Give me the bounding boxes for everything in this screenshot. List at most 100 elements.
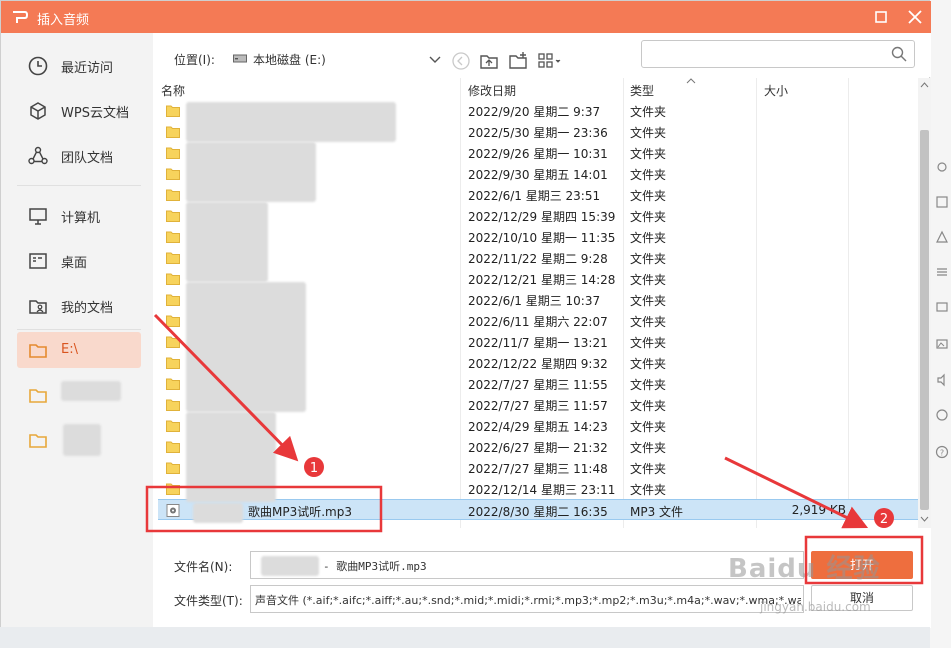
cell-date: 2022/7/27 星期三 11:55 [468, 378, 608, 392]
cell-date: 2022/11/22 星期二 9:28 [468, 252, 608, 266]
column-header-date[interactable]: 修改日期 [468, 78, 516, 100]
cell-date: 2022/9/26 星期一 10:31 [468, 147, 608, 161]
watermark-url: jingyan.baidu.com [760, 600, 871, 614]
redacted-label [63, 424, 101, 456]
sidebar-item-folder[interactable] [17, 422, 141, 458]
cell-type: MP3 文件 [630, 505, 684, 519]
cell-size: 2,919 KB [791, 503, 846, 517]
scroll-up-icon[interactable] [920, 82, 929, 88]
cell-date: 2022/7/27 星期三 11:48 [468, 462, 608, 476]
svg-text:?: ? [940, 449, 944, 458]
sidebar-item-label: E:\ [61, 342, 78, 357]
help-icon: ? [935, 445, 949, 459]
file-row-selected[interactable]: 歌曲MP3试听.mp3 2022/8/30 星期二 16:35 MP3 文件 2,91… [158, 499, 918, 520]
location-dropdown[interactable]: 本地磁盘 (E:) [227, 47, 447, 71]
sidebar-item-label: 最近访问 [61, 61, 114, 76]
folder-icon [166, 399, 180, 411]
up-folder-icon[interactable] [479, 51, 499, 71]
close-icon[interactable] [903, 5, 927, 29]
redacted-names [193, 503, 243, 523]
sidebar: 最近访问 WPS云文档 团队文档 计算机 桌面 我的文档 E:\ [1, 33, 153, 628]
column-header-type[interactable]: 类型 [630, 78, 654, 100]
cell-date: 2022/12/22 星期四 9:32 [468, 357, 608, 371]
monitor-icon [29, 208, 47, 225]
scrollbar-thumb[interactable] [920, 130, 929, 510]
cell-date: 2022/4/29 星期五 14:23 [468, 420, 608, 434]
new-folder-icon[interactable] [508, 51, 528, 71]
redacted-names [186, 142, 316, 202]
cell-type: 文件夹 [630, 420, 667, 434]
cell-date: 2022/6/1 星期三 10:37 [468, 294, 601, 308]
filetype-select[interactable]: 声音文件 (*.aif;*.aifc;*.aiff;*.au;*.snd;*.m… [250, 585, 804, 613]
search-icon[interactable] [890, 45, 908, 63]
cell-date: 2022/9/20 星期二 9:37 [468, 105, 601, 119]
sidebar-item-label: 计算机 [61, 211, 101, 226]
folder-icon [166, 315, 180, 327]
filetype-value: 声音文件 (*.aif;*.aifc;*.aiff;*.au;*.snd;*.m… [255, 594, 801, 607]
folder-icon [166, 210, 180, 222]
folder-icon [166, 294, 180, 306]
cell-type: 文件夹 [630, 273, 667, 287]
vertical-scrollbar[interactable] [918, 78, 931, 528]
view-grid-icon[interactable] [537, 51, 565, 71]
dialog-title: 插入音频 [37, 13, 90, 28]
tool-icon [937, 373, 945, 387]
cell-type: 文件夹 [630, 168, 667, 182]
sidebar-item-label: WPS云文档 [61, 106, 129, 121]
sidebar-item-drive-e[interactable]: E:\ [17, 332, 141, 368]
folder-row[interactable]: 2022/12/29 星期四 15:39 文件夹 [158, 205, 918, 226]
drive-icon [233, 54, 247, 63]
folder-icon [166, 147, 180, 159]
maximize-icon[interactable] [869, 5, 893, 29]
sidebar-divider [17, 185, 141, 186]
cell-name: 歌曲MP3试听.mp3 [248, 505, 352, 519]
cell-type: 文件夹 [630, 105, 667, 119]
tool-icon [937, 268, 947, 276]
filetype-label: 文件类型(T): [174, 594, 243, 608]
folder-icon [29, 434, 47, 448]
sidebar-item-wps-cloud[interactable]: WPS云文档 [17, 92, 141, 128]
cell-date: 2022/9/30 星期五 14:01 [468, 168, 608, 182]
folder-icon [166, 483, 180, 495]
cell-type: 文件夹 [630, 210, 667, 224]
folder-icon [166, 189, 180, 201]
folder-row[interactable]: 2022/11/22 星期二 9:28 文件夹 [158, 247, 918, 268]
tool-icon [936, 302, 948, 312]
cell-type: 文件夹 [630, 252, 667, 266]
column-header-name[interactable]: 名称 [161, 78, 185, 100]
scroll-down-icon[interactable] [920, 516, 929, 522]
filename-field[interactable]: - 歌曲MP3试听.mp3 [250, 551, 804, 579]
sidebar-item-label: 桌面 [61, 256, 88, 271]
cell-type: 文件夹 [630, 147, 667, 161]
folder-icon [166, 420, 180, 432]
person-folder-icon [29, 300, 47, 314]
sidebar-item-desktop[interactable]: 桌面 [17, 242, 141, 278]
folder-row[interactable]: 2022/10/10 星期一 11:35 文件夹 [158, 226, 918, 247]
search-input[interactable] [641, 40, 915, 68]
sidebar-item-recent[interactable]: 最近访问 [17, 47, 141, 83]
sidebar-item-computer[interactable]: 计算机 [17, 197, 141, 233]
folder-icon [166, 273, 180, 285]
cell-type: 文件夹 [630, 441, 667, 455]
folder-icon [166, 168, 180, 180]
cube-icon [30, 102, 46, 120]
folder-icon [29, 344, 47, 358]
cell-date: 2022/7/27 星期三 11:57 [468, 399, 608, 413]
filename-label: 文件名(N): [174, 560, 233, 574]
folder-icon [166, 357, 180, 369]
sidebar-item-my-documents[interactable]: 我的文档 [17, 287, 141, 323]
cell-type: 文件夹 [630, 315, 667, 329]
cell-date: 2022/12/21 星期三 14:28 [468, 273, 616, 287]
sidebar-item-folder[interactable] [17, 377, 141, 413]
cell-date: 2022/6/1 星期三 23:51 [468, 189, 601, 203]
back-icon[interactable] [451, 51, 471, 71]
sidebar-item-team-docs[interactable]: 团队文档 [17, 137, 141, 173]
tool-icon [937, 162, 947, 172]
filename-value: - 歌曲MP3试听.mp3 [323, 560, 427, 573]
cell-date: 2022/12/29 星期四 15:39 [468, 210, 616, 224]
chevron-down-icon [429, 56, 441, 63]
wps-logo-icon [13, 11, 29, 23]
column-header-size[interactable]: 大小 [764, 78, 788, 100]
location-toolbar: 位置(I): 本地磁盘 (E:) [153, 33, 931, 77]
cell-type: 文件夹 [630, 357, 667, 371]
